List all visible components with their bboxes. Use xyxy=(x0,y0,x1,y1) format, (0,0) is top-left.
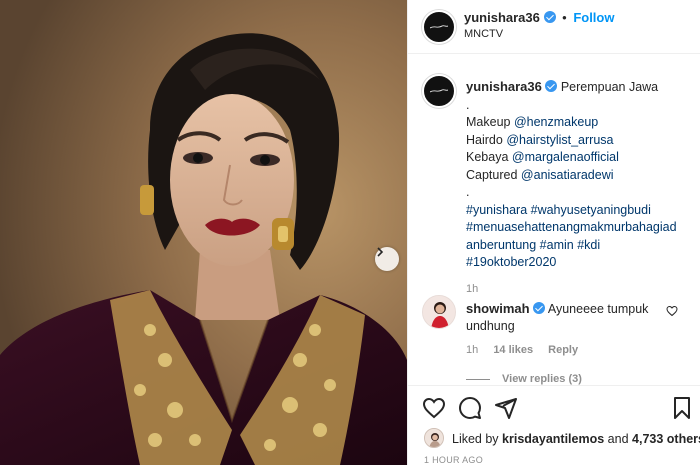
signature-logo-icon xyxy=(430,25,448,29)
comment-text-2: undhung xyxy=(466,319,515,333)
hairdo-label: Hairdo xyxy=(466,132,503,147)
comments-section[interactable]: yunishara36 Perempuan Jawa . Makeup @hen… xyxy=(408,55,700,385)
author-line: yunishara36 • Follow xyxy=(464,10,614,25)
post-header: yunishara36 • Follow MNCTV xyxy=(408,0,700,54)
post-timestamp[interactable]: 1 HOUR AGO xyxy=(424,455,483,465)
post-caption: yunishara36 Perempuan Jawa . Makeup @hen… xyxy=(466,78,691,298)
post-actions: Liked by krisdayantilemos and 4,733 othe… xyxy=(408,385,700,465)
separator-dot: • xyxy=(562,10,567,25)
comment-icon[interactable] xyxy=(458,396,482,420)
mention-link[interactable]: @margalenaofficial xyxy=(512,150,619,164)
liker-avatar[interactable] xyxy=(424,428,444,448)
share-icon[interactable] xyxy=(494,396,518,420)
makeup-label: Makeup xyxy=(466,115,511,129)
verified-badge-icon xyxy=(543,11,556,23)
hashtag-line[interactable]: anberuntung #amin #kdi xyxy=(466,237,691,255)
author-avatar[interactable] xyxy=(422,10,456,44)
liked-by-user[interactable]: krisdayantilemos xyxy=(502,432,604,446)
comment-username[interactable]: showimah xyxy=(466,301,530,316)
hashtag-line[interactable]: #19oktober2020 xyxy=(466,254,691,272)
next-photo-button[interactable] xyxy=(375,247,399,271)
commenter-avatar[interactable] xyxy=(422,295,456,329)
reply-button[interactable]: Reply xyxy=(548,344,578,356)
comment-like-heart-icon[interactable] xyxy=(666,305,678,317)
replies-divider xyxy=(466,378,490,380)
liked-by-others[interactable]: 4,733 others xyxy=(632,432,700,446)
post-location[interactable]: MNCTV xyxy=(464,28,503,40)
signature-logo-icon xyxy=(430,89,448,93)
caption-title: Perempuan Jawa xyxy=(560,80,659,94)
comment-text-1: Ayuneeee tumpuk xyxy=(547,302,649,316)
comment-meta: 1h 14 likes Reply xyxy=(466,344,590,356)
hashtag-line[interactable]: #menuasehattenangmakmurbahagiad xyxy=(466,219,691,237)
commenter-photo xyxy=(423,296,455,328)
bookmark-icon[interactable] xyxy=(670,396,694,420)
liked-by-and: and xyxy=(607,432,629,446)
post-photo[interactable] xyxy=(0,0,407,465)
view-replies-label: View replies (3) xyxy=(502,373,582,385)
comment-likes[interactable]: 14 likes xyxy=(493,344,533,356)
comment-time[interactable]: 1h xyxy=(466,344,478,356)
hashtag-line[interactable]: #yunishara #wahyusetyaningbudi xyxy=(466,202,691,220)
heart-icon[interactable] xyxy=(422,396,446,420)
comment-item: showimah Ayuneeee tumpuk undhung xyxy=(466,300,666,335)
verified-badge-icon xyxy=(533,302,546,314)
caption-dot: . xyxy=(466,97,470,112)
caption-username[interactable]: yunishara36 xyxy=(466,79,542,94)
caption-avatar[interactable] xyxy=(422,74,456,108)
portrait-image xyxy=(0,0,407,465)
author-username[interactable]: yunishara36 xyxy=(464,10,540,25)
verified-badge-icon xyxy=(545,80,558,92)
liker-photo xyxy=(425,429,443,447)
captured-label: Captured xyxy=(466,167,518,182)
follow-button[interactable]: Follow xyxy=(573,10,614,25)
chevron-right-icon xyxy=(377,247,384,257)
caption-time[interactable]: 1h xyxy=(466,281,691,299)
post-side-panel: yunishara36 • Follow MNCTV yunishara36 P… xyxy=(407,0,700,465)
kebaya-label: Kebaya xyxy=(466,150,509,164)
liked-by-prefix: Liked by xyxy=(452,432,499,446)
view-replies-button[interactable]: View replies (3) xyxy=(466,373,582,385)
mention-link[interactable]: @henzmakeup xyxy=(514,115,598,129)
liked-by-summary: Liked by krisdayantilemos and 4,733 othe… xyxy=(452,432,700,446)
caption-dot: . xyxy=(466,185,470,199)
mention-link[interactable]: @anisatiaradewi xyxy=(521,168,614,182)
mention-link[interactable]: @hairstylist_arrusa xyxy=(506,133,613,147)
